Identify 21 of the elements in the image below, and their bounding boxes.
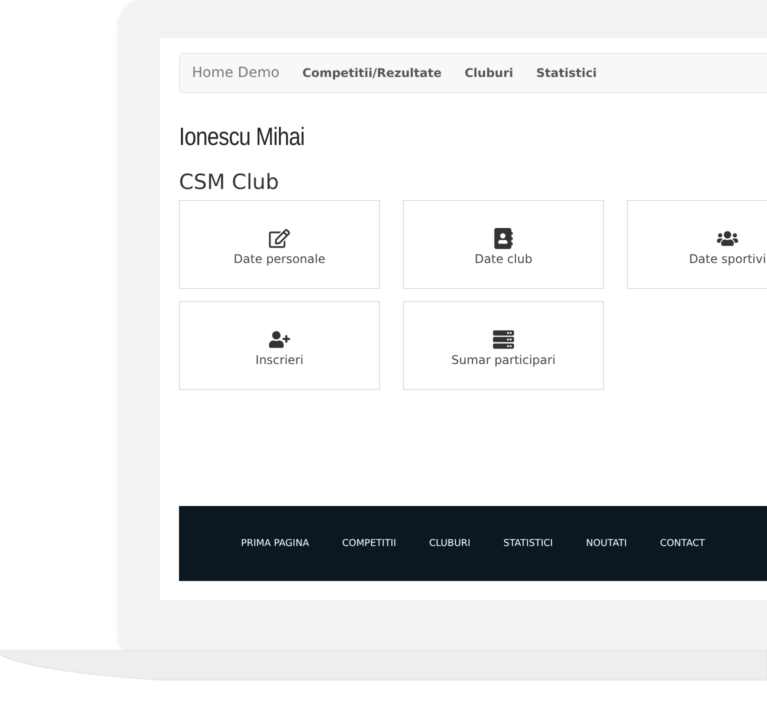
footer-link[interactable]: COMPETITII <box>342 538 396 549</box>
menu-tile[interactable]: Date club <box>403 200 604 289</box>
menu-tile[interactable]: Inscrieri <box>179 301 380 390</box>
menu-tile[interactable]: Date personale <box>179 200 380 289</box>
footer-link[interactable]: NOUTATI <box>586 538 627 549</box>
nav-link[interactable]: Statistici <box>536 66 597 80</box>
footer-link[interactable]: CONTACT <box>660 538 705 549</box>
nav-link[interactable]: Competitii/Rezultate <box>302 66 442 80</box>
nav-link[interactable]: Cluburi <box>464 66 514 80</box>
contact-book-icon <box>493 228 514 248</box>
server-icon <box>493 328 514 350</box>
footer-link[interactable]: PRIMA PAGINA <box>241 538 310 549</box>
user-name: Ionescu Mihai <box>179 123 305 152</box>
menu-tile[interactable]: Sumar participari <box>403 301 604 390</box>
footer-link[interactable]: STATISTICI <box>503 538 553 549</box>
club-title: CSM Club <box>179 170 280 194</box>
footer-link[interactable]: CLUBURI <box>429 538 470 549</box>
brand-link[interactable]: Home Demo <box>192 65 280 81</box>
add-user-icon <box>269 328 290 350</box>
menu-tile[interactable]: Date sportivi <box>627 200 767 289</box>
edit-icon <box>269 228 290 248</box>
